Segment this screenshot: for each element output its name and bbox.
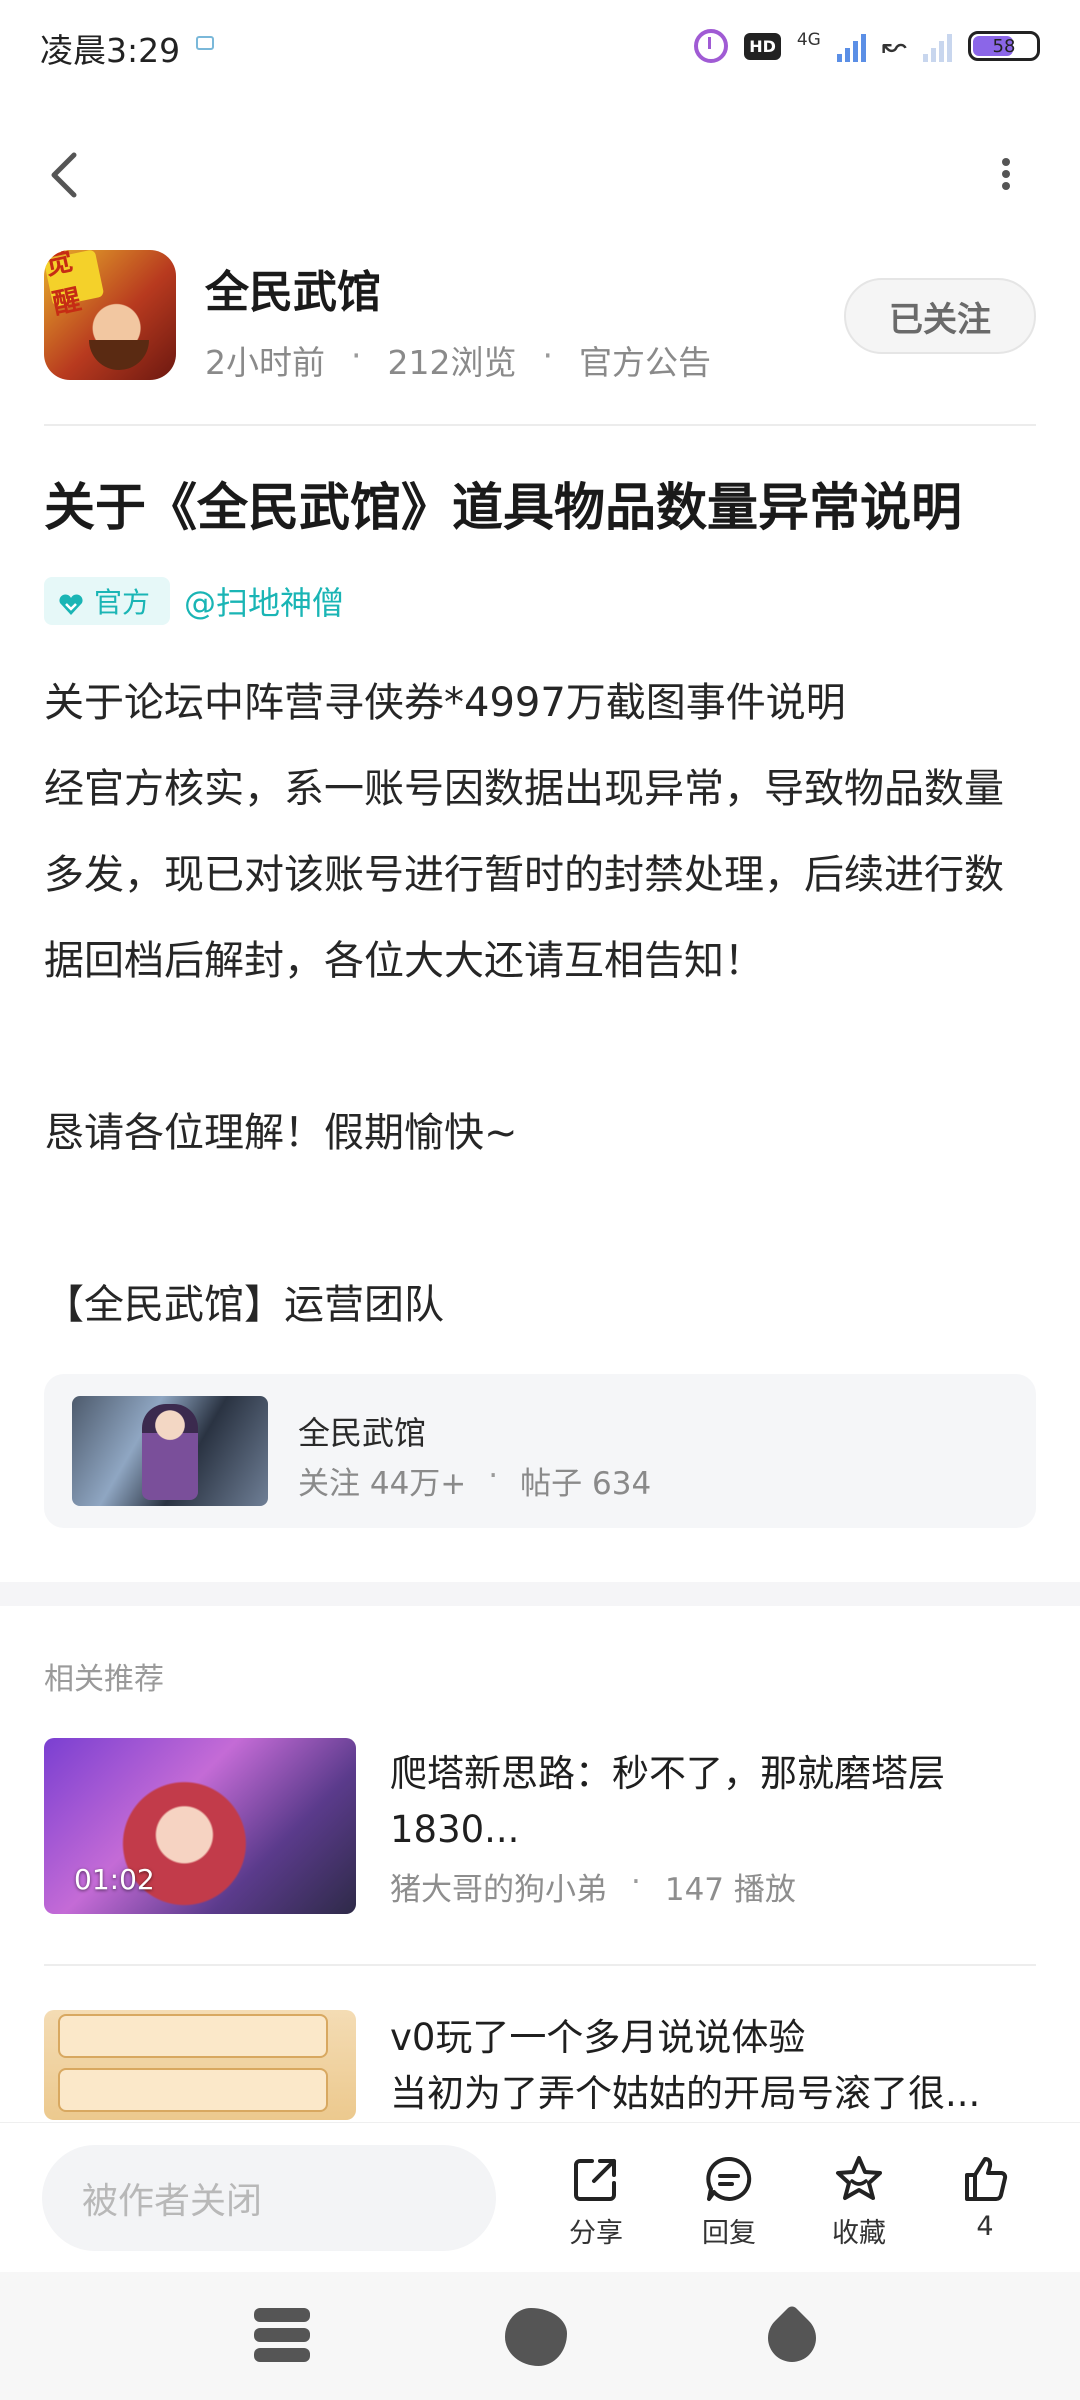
post-time: 2小时前	[205, 343, 325, 382]
signal-icon	[836, 30, 866, 62]
mention-link[interactable]: @扫地神僧	[184, 578, 344, 624]
hd-icon: HD	[744, 32, 781, 60]
back-button[interactable]	[44, 145, 84, 205]
post-category: 官方公告	[579, 343, 711, 382]
home-button[interactable]	[505, 2308, 569, 2368]
back-icon	[758, 2304, 826, 2372]
system-back-button[interactable]	[758, 2304, 826, 2372]
related-title: v0玩了一个多月说说体验 当初为了弄个姑姑的开局号滚了很...	[390, 2016, 981, 2115]
divider	[44, 1964, 1036, 1966]
like-count: 4	[976, 2211, 994, 2242]
related-author: 猪大哥的狗小弟	[390, 1872, 607, 1908]
section-separator	[0, 1582, 1080, 1606]
network-type: 4G	[796, 29, 821, 50]
more-dots-icon	[1002, 158, 1010, 166]
reply-label: 回复	[702, 2218, 756, 2249]
notification-icon	[196, 36, 214, 50]
status-icons: HD 4G ↜ 58	[694, 24, 1040, 68]
comment-icon	[706, 2156, 752, 2201]
post-thumbnail	[44, 2010, 356, 2120]
paragraph: 恳请各位理解！假期愉快~	[44, 1110, 518, 1156]
call-muted-icon: ↜	[881, 28, 907, 64]
battery-level: 58	[992, 35, 1016, 57]
video-duration: 01:02	[74, 1863, 155, 1896]
forum-card[interactable]: 全民武馆 关注 44万+ · 帖子 634	[44, 1374, 1036, 1528]
alarm-icon	[694, 29, 729, 63]
thumbs-up-icon	[965, 2157, 1008, 2201]
related-item[interactable]: 01:02 爬塔新思路：秒不了，那就磨塔层1830... 猪大哥的狗小弟 · 1…	[44, 1738, 1036, 1916]
paragraph: 关于论坛中阵营寻侠券*4997万截图事件说明	[44, 680, 846, 726]
forum-posts: 帖子 634	[520, 1466, 652, 1502]
view-count: 212浏览	[387, 343, 517, 382]
reply-button[interactable]: 回复	[684, 2153, 774, 2250]
author-name[interactable]: 全民武馆	[205, 256, 381, 320]
more-options-button[interactable]	[990, 150, 1022, 198]
forum-followers: 关注 44万+	[298, 1466, 467, 1502]
awaken-badge: 觉醒	[44, 250, 105, 321]
system-navigation-bar	[0, 2272, 1080, 2400]
related-heading: 相关推荐	[44, 1662, 164, 1697]
share-label: 分享	[569, 2218, 623, 2249]
paragraph: 经官方核实，系一账号因数据出现异常，导致物品数量多发，现已对该账号进行暂时的封禁…	[44, 766, 1004, 984]
clock: 凌晨3:29	[40, 31, 181, 70]
home-icon	[505, 2308, 567, 2366]
forum-stats: 关注 44万+ · 帖子 634	[298, 1458, 652, 1502]
forum-name: 全民武馆	[298, 1414, 427, 1452]
paragraph: 【全民武馆】运营团队	[44, 1282, 444, 1328]
menu-icon	[254, 2308, 310, 2322]
paragraph	[44, 1176, 1040, 1262]
share-icon	[574, 2159, 616, 2201]
status-bar: 凌晨3:29 HD 4G ↜ 58	[0, 0, 1080, 90]
author-avatar[interactable]: 觉醒	[44, 250, 176, 380]
official-tag: 官方	[44, 577, 171, 625]
post-title: 关于《全民武馆》道具物品数量异常说明	[44, 479, 963, 538]
battery-icon: 58	[968, 31, 1040, 61]
favorite-button[interactable]: 收藏	[814, 2153, 904, 2250]
paragraph	[44, 1004, 1040, 1090]
action-bar: 被作者关闭 分享 回复 收藏 4	[0, 2122, 1080, 2272]
divider	[44, 424, 1036, 426]
post-meta: 2小时前 · 212浏览 · 官方公告	[205, 336, 711, 382]
related-meta: 猪大哥的狗小弟 · 147 播放	[390, 1864, 796, 1908]
recents-button[interactable]	[254, 2308, 318, 2368]
chevron-left-icon	[51, 152, 77, 198]
official-heart-icon	[58, 590, 84, 615]
share-button[interactable]: 分享	[551, 2153, 641, 2250]
favorite-label: 收藏	[832, 2218, 886, 2249]
related-title: 爬塔新思路：秒不了，那就磨塔层1830...	[390, 1752, 945, 1851]
comment-input[interactable]: 被作者关闭	[42, 2145, 496, 2251]
post-body: 关于论坛中阵营寻侠券*4997万截图事件说明 经官方核实，系一账号因数据出现异常…	[44, 660, 1040, 1348]
related-plays: 147 播放	[664, 1872, 796, 1908]
like-button[interactable]: 4	[940, 2153, 1030, 2242]
forum-thumbnail	[72, 1396, 268, 1506]
signal-2-icon	[923, 30, 952, 62]
official-label: 官方	[94, 586, 151, 619]
video-thumbnail: 01:02	[44, 1738, 356, 1914]
follow-button[interactable]: 已关注	[844, 278, 1036, 354]
star-icon	[836, 2156, 882, 2200]
